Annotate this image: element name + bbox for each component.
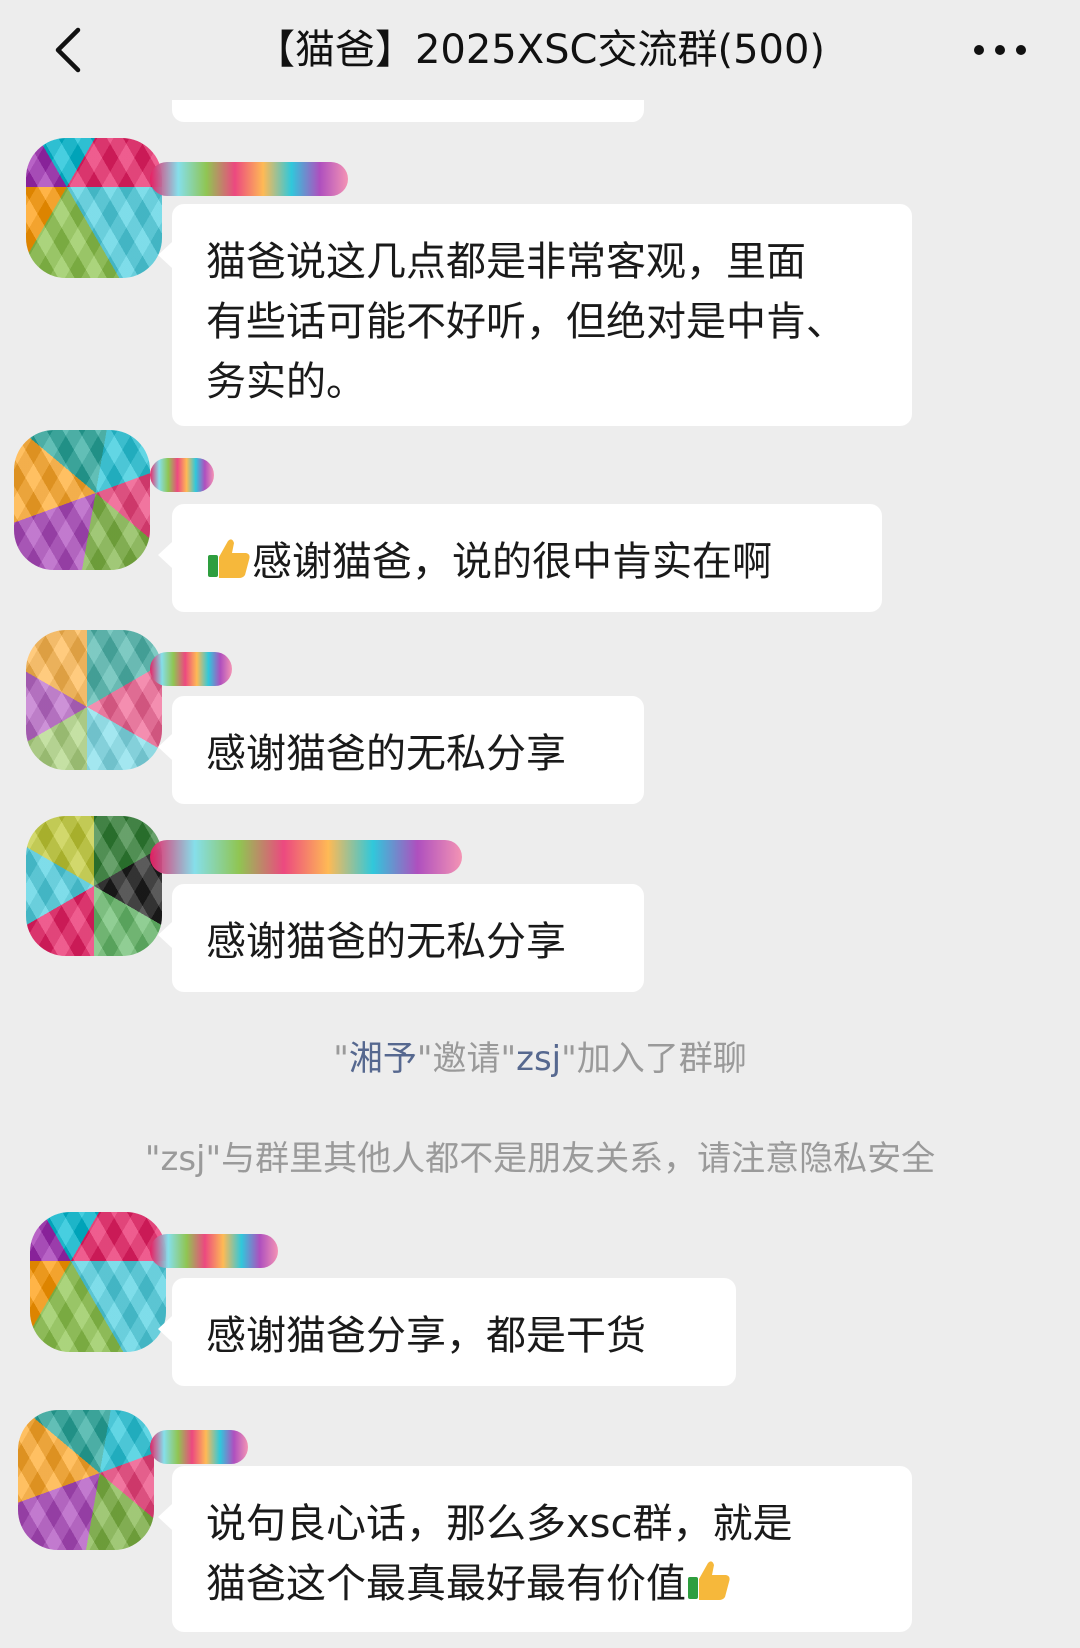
sender-name — [150, 1234, 278, 1268]
more-button[interactable] — [960, 18, 1040, 82]
thumbs-up-icon — [208, 539, 250, 578]
message-text-line: 猫爸说这几点都是非常客观，里面 — [206, 239, 806, 285]
inviter-name[interactable]: 湘予 — [349, 1039, 417, 1079]
message-text: 感谢猫爸分享，都是干货 — [206, 1313, 646, 1359]
invite-text: "邀请" — [416, 1039, 517, 1079]
message-text: 感谢猫爸，说的很中肯实在啊 — [252, 539, 772, 585]
avatar[interactable] — [30, 1212, 166, 1352]
message-bubble[interactable]: 感谢猫爸，说的很中肯实在啊 — [158, 504, 882, 612]
message-bubble[interactable]: 感谢猫爸分享，都是干货 — [158, 1278, 736, 1386]
avatar[interactable] — [26, 630, 162, 770]
more-dots-icon — [974, 45, 1026, 55]
avatar[interactable] — [26, 138, 162, 278]
message-text-line: 说句良心话，那么多xsc群，就是 — [206, 1501, 793, 1547]
message-text: 感谢猫爸的无私分享 — [206, 919, 566, 965]
message-bubble[interactable]: 猫爸说这几点都是非常客观，里面 有些话可能不好听，但绝对是中肯、 务实的。 — [158, 204, 912, 426]
back-button[interactable] — [36, 18, 100, 82]
message-bubble[interactable]: 说句良心话，那么多xsc群，就是 猫爸这个最真最好最有价值 — [158, 1466, 912, 1632]
chevron-left-icon — [55, 27, 81, 73]
message-text-line: 有些话可能不好听，但绝对是中肯、 — [206, 299, 846, 345]
invite-suffix: "加入了群聊 — [561, 1039, 747, 1079]
sender-name — [150, 840, 462, 874]
message-text-line: 务实的。 — [206, 359, 366, 405]
message-list[interactable]: 猫爸说这几点都是非常客观，里面 有些话可能不好听，但绝对是中肯、 务实的。 感谢… — [0, 100, 1080, 1648]
chat-title: 【猫爸】2025XSC交流群(500) — [254, 27, 826, 73]
invitee-name[interactable]: zsj — [516, 1039, 561, 1079]
sender-name — [150, 1430, 248, 1464]
chat-header: 【猫爸】2025XSC交流群(500) — [0, 0, 1080, 100]
message-bubble[interactable]: 感谢猫爸的无私分享 — [158, 696, 644, 804]
sender-name — [150, 162, 348, 196]
message-text-line: 猫爸这个最真最好最有价值 — [206, 1561, 686, 1607]
quote-mark: " — [333, 1039, 349, 1079]
avatar[interactable] — [14, 430, 150, 570]
avatar[interactable] — [18, 1410, 154, 1550]
message-text: 感谢猫爸的无私分享 — [206, 731, 566, 777]
message-bubble[interactable] — [172, 100, 644, 122]
avatar[interactable] — [26, 816, 162, 956]
thumbs-up-icon — [688, 1561, 730, 1600]
message-bubble[interactable]: 感谢猫爸的无私分享 — [158, 884, 644, 992]
sender-name — [150, 652, 232, 686]
system-privacy-notice: "zsj"与群里其他人都不是朋友关系，请注意隐私安全 — [144, 1139, 936, 1179]
sender-name — [150, 458, 214, 492]
system-invite-notice: "湘予"邀请"zsj"加入了群聊 — [0, 1034, 1080, 1084]
